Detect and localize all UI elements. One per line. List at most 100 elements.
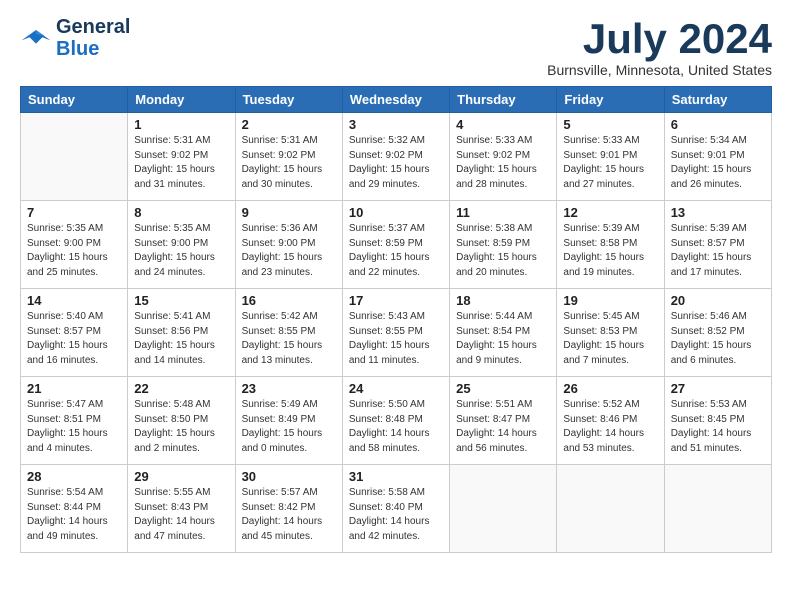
table-row: 14Sunrise: 5:40 AMSunset: 8:57 PMDayligh… [21,289,128,377]
weekday-sunday: Sunday [21,87,128,113]
weekday-monday: Monday [128,87,235,113]
day-number: 26 [563,381,657,396]
calendar-week-1: 1 Sunrise: 5:31 AMSunset: 9:02 PMDaylight… [21,113,772,201]
day-number: 29 [134,469,228,484]
weekday-tuesday: Tuesday [235,87,342,113]
day-info: Sunrise: 5:37 AMSunset: 8:59 PMDaylight:… [349,222,443,280]
table-row: 13 Sunrise: 5:39 AMSunset: 8:57 PMDayligh… [664,201,771,289]
day-number: 16 [242,293,336,308]
day-info: Sunrise: 5:31 AMSunset: 9:02 PMDaylight:… [242,134,336,192]
table-row: 7 Sunrise: 5:35 AMSunset: 9:00 PMDaylight… [21,201,128,289]
table-row: 2 Sunrise: 5:31 AMSunset: 9:02 PMDaylight… [235,113,342,201]
table-row: 6 Sunrise: 5:34 AMSunset: 9:01 PMDaylight… [664,113,771,201]
day-info: Sunrise: 5:52 AMSunset: 8:46 PMDaylight:… [563,398,657,456]
location: Burnsville, Minnesota, United States [547,62,772,78]
calendar-body: 1 Sunrise: 5:31 AMSunset: 9:02 PMDaylight… [21,113,772,553]
calendar-week-5: 28 Sunrise: 5:54 AMSunset: 8:44 PMDayligh… [21,465,772,553]
day-info: Sunrise: 5:57 AMSunset: 8:42 PMDaylight:… [242,486,336,544]
logo-blue: Blue [56,38,130,60]
table-row [450,465,557,553]
table-row [557,465,664,553]
day-number: 31 [349,469,443,484]
day-info: Sunrise: 5:39 AMSunset: 8:58 PMDaylight:… [563,222,657,280]
day-number: 23 [242,381,336,396]
table-row: 3Sunrise: 5:32 AMSunset: 9:02 PMDaylight… [342,113,449,201]
table-row: 5 Sunrise: 5:33 AMSunset: 9:01 PMDaylight… [557,113,664,201]
table-row [21,113,128,201]
table-row: 16Sunrise: 5:42 AMSunset: 8:55 PMDayligh… [235,289,342,377]
weekday-header-row: SundayMondayTuesdayWednesdayThursdayFrid… [21,87,772,113]
day-number: 15 [134,293,228,308]
day-info: Sunrise: 5:58 AMSunset: 8:40 PMDaylight:… [349,486,443,544]
day-number: 2 [242,117,336,132]
table-row: 12Sunrise: 5:39 AMSunset: 8:58 PMDayligh… [557,201,664,289]
logo: General Blue [20,16,130,60]
table-row: 18 Sunrise: 5:44 AMSunset: 8:54 PMDayligh… [450,289,557,377]
day-info: Sunrise: 5:36 AMSunset: 9:00 PMDaylight:… [242,222,336,280]
table-row: 23Sunrise: 5:49 AMSunset: 8:49 PMDayligh… [235,377,342,465]
table-row: 31 Sunrise: 5:58 AMSunset: 8:40 PMDayligh… [342,465,449,553]
day-number: 19 [563,293,657,308]
table-row: 24 Sunrise: 5:50 AMSunset: 8:48 PMDayligh… [342,377,449,465]
logo-icon [20,26,52,50]
day-info: Sunrise: 5:55 AMSunset: 8:43 PMDaylight:… [134,486,228,544]
table-row: 30Sunrise: 5:57 AMSunset: 8:42 PMDayligh… [235,465,342,553]
day-info: Sunrise: 5:46 AMSunset: 8:52 PMDaylight:… [671,310,765,368]
day-info: Sunrise: 5:39 AMSunset: 8:57 PMDaylight:… [671,222,765,280]
day-number: 20 [671,293,765,308]
month-title: July 2024 [547,16,772,62]
day-info: Sunrise: 5:54 AMSunset: 8:44 PMDaylight:… [27,486,121,544]
table-row: 25 Sunrise: 5:51 AMSunset: 8:47 PMDayligh… [450,377,557,465]
day-number: 6 [671,117,765,132]
day-number: 17 [349,293,443,308]
table-row: 20 Sunrise: 5:46 AMSunset: 8:52 PMDayligh… [664,289,771,377]
weekday-thursday: Thursday [450,87,557,113]
table-row: 17Sunrise: 5:43 AMSunset: 8:55 PMDayligh… [342,289,449,377]
table-row: 29 Sunrise: 5:55 AMSunset: 8:43 PMDayligh… [128,465,235,553]
day-info: Sunrise: 5:50 AMSunset: 8:48 PMDaylight:… [349,398,443,456]
calendar-week-3: 14Sunrise: 5:40 AMSunset: 8:57 PMDayligh… [21,289,772,377]
day-number: 3 [349,117,443,132]
table-row: 26 Sunrise: 5:52 AMSunset: 8:46 PMDayligh… [557,377,664,465]
weekday-friday: Friday [557,87,664,113]
table-row: 19 Sunrise: 5:45 AMSunset: 8:53 PMDayligh… [557,289,664,377]
table-row: 9 Sunrise: 5:36 AMSunset: 9:00 PMDaylight… [235,201,342,289]
day-info: Sunrise: 5:35 AMSunset: 9:00 PMDaylight:… [27,222,121,280]
day-number: 7 [27,205,121,220]
day-number: 18 [456,293,550,308]
day-info: Sunrise: 5:53 AMSunset: 8:45 PMDaylight:… [671,398,765,456]
day-number: 13 [671,205,765,220]
page-header: General Blue July 2024 Burnsville, Minne… [20,16,772,78]
day-info: Sunrise: 5:35 AMSunset: 9:00 PMDaylight:… [134,222,228,280]
table-row: 27 Sunrise: 5:53 AMSunset: 8:45 PMDayligh… [664,377,771,465]
table-row: 21 Sunrise: 5:47 AMSunset: 8:51 PMDayligh… [21,377,128,465]
day-number: 25 [456,381,550,396]
day-number: 1 [134,117,228,132]
day-info: Sunrise: 5:44 AMSunset: 8:54 PMDaylight:… [456,310,550,368]
day-number: 8 [134,205,228,220]
day-info: Sunrise: 5:34 AMSunset: 9:01 PMDaylight:… [671,134,765,192]
day-number: 11 [456,205,550,220]
weekday-wednesday: Wednesday [342,87,449,113]
day-number: 4 [456,117,550,132]
day-info: Sunrise: 5:45 AMSunset: 8:53 PMDaylight:… [563,310,657,368]
day-info: Sunrise: 5:41 AMSunset: 8:56 PMDaylight:… [134,310,228,368]
day-info: Sunrise: 5:33 AMSunset: 9:01 PMDaylight:… [563,134,657,192]
calendar-table: SundayMondayTuesdayWednesdayThursdayFrid… [20,86,772,553]
day-number: 24 [349,381,443,396]
day-info: Sunrise: 5:31 AMSunset: 9:02 PMDaylight:… [134,134,228,192]
calendar-week-2: 7 Sunrise: 5:35 AMSunset: 9:00 PMDaylight… [21,201,772,289]
table-row: 8 Sunrise: 5:35 AMSunset: 9:00 PMDaylight… [128,201,235,289]
table-row: 10Sunrise: 5:37 AMSunset: 8:59 PMDayligh… [342,201,449,289]
day-info: Sunrise: 5:51 AMSunset: 8:47 PMDaylight:… [456,398,550,456]
day-number: 28 [27,469,121,484]
table-row: 1 Sunrise: 5:31 AMSunset: 9:02 PMDaylight… [128,113,235,201]
day-info: Sunrise: 5:48 AMSunset: 8:50 PMDaylight:… [134,398,228,456]
day-number: 21 [27,381,121,396]
day-info: Sunrise: 5:47 AMSunset: 8:51 PMDaylight:… [27,398,121,456]
day-number: 14 [27,293,121,308]
day-number: 9 [242,205,336,220]
table-row: 15 Sunrise: 5:41 AMSunset: 8:56 PMDayligh… [128,289,235,377]
day-number: 27 [671,381,765,396]
day-number: 5 [563,117,657,132]
